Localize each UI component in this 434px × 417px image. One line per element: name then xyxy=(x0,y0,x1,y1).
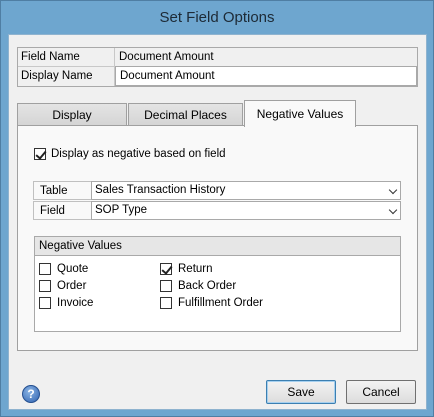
option-return[interactable]: Return xyxy=(160,262,213,276)
field-dropdown-value: SOP Type xyxy=(95,204,147,216)
fulfillment-order-checkbox[interactable] xyxy=(160,296,172,309)
cancel-button[interactable]: Cancel xyxy=(346,380,416,404)
invoice-checkbox[interactable] xyxy=(39,296,51,309)
display-name-label: Display Name xyxy=(18,67,115,86)
display-negative-checkbox[interactable] xyxy=(34,147,46,160)
return-label: Return xyxy=(178,263,213,275)
option-fulfillment-order[interactable]: Fulfillment Order xyxy=(160,296,263,310)
field-label: Field xyxy=(33,201,91,220)
quote-checkbox[interactable] xyxy=(39,262,51,275)
option-back-order[interactable]: Back Order xyxy=(160,279,236,293)
display-name-row: Display Name Document Amount xyxy=(18,66,417,86)
display-negative-label: Display as negative based on field xyxy=(51,148,226,160)
field-dropdown[interactable]: SOP Type xyxy=(91,201,401,220)
field-info-grid: Field Name Document Amount Display Name … xyxy=(17,47,418,87)
field-name-label: Field Name xyxy=(18,48,115,67)
negative-values-group: Negative Values Quote Order Invoice Retu… xyxy=(34,236,401,332)
return-checkbox[interactable] xyxy=(160,262,172,275)
order-checkbox[interactable] xyxy=(39,279,51,292)
display-name-input[interactable]: Document Amount xyxy=(115,66,417,86)
save-button[interactable]: Save xyxy=(266,380,336,404)
tab-strip: Display Decimal Places Negative Values xyxy=(17,100,417,127)
order-label: Order xyxy=(57,280,87,292)
tab-decimal-places[interactable]: Decimal Places xyxy=(128,103,243,126)
back-order-label: Back Order xyxy=(178,280,237,292)
table-label: Table xyxy=(33,181,91,200)
group-title: Negative Values xyxy=(35,237,400,256)
field-row: Field SOP Type xyxy=(33,201,401,220)
display-negative-option[interactable]: Display as negative based on field xyxy=(34,147,226,161)
option-invoice[interactable]: Invoice xyxy=(39,296,93,310)
help-icon[interactable]: ? xyxy=(22,385,40,403)
option-order[interactable]: Order xyxy=(39,279,86,293)
option-quote[interactable]: Quote xyxy=(39,262,88,276)
invoice-label: Invoice xyxy=(57,297,94,309)
table-dropdown-value: Sales Transaction History xyxy=(95,184,226,196)
dialog-window: Set Field Options Field Name Document Am… xyxy=(0,0,434,417)
fulfillment-order-label: Fulfillment Order xyxy=(178,297,263,309)
window-title: Set Field Options xyxy=(159,9,275,26)
field-name-row: Field Name Document Amount xyxy=(18,48,417,67)
field-name-value: Document Amount xyxy=(119,51,214,63)
back-order-checkbox[interactable] xyxy=(160,279,172,292)
title-bar: Set Field Options xyxy=(1,1,433,34)
table-row: Table Sales Transaction History xyxy=(33,181,401,200)
tab-display[interactable]: Display xyxy=(17,103,127,126)
quote-label: Quote xyxy=(57,263,89,275)
table-dropdown[interactable]: Sales Transaction History xyxy=(91,181,401,200)
dialog-body: Field Name Document Amount Display Name … xyxy=(8,34,427,410)
tab-negative-values[interactable]: Negative Values xyxy=(244,100,356,127)
negative-values-panel: Display as negative based on field Table… xyxy=(17,125,418,351)
